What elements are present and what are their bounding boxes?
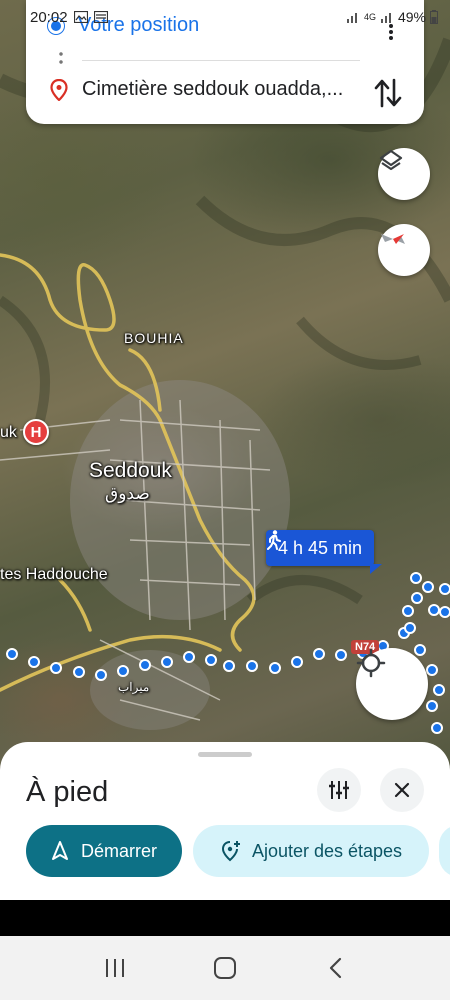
signal-icon-2 [380,13,391,23]
location-pin-icon [50,78,68,101]
route-divider [82,60,360,61]
walking-duration-bubble[interactable]: 4 h 45 min [266,530,383,574]
hospital-marker[interactable]: H [23,419,49,445]
drag-handle[interactable] [198,752,252,757]
route-connector [59,50,63,68]
map-label-seddouk: Seddouk [89,459,172,482]
my-location-button[interactable] [356,648,428,720]
walking-icon [267,530,281,550]
swap-directions-icon[interactable] [372,76,404,110]
layers-icon [379,149,403,171]
back-icon [329,957,342,979]
close-icon [394,782,410,798]
start-button-label: Démarrer [80,840,157,861]
map-label-arabic-village: ميراب [118,680,150,694]
directions-bottom-sheet: À pied Démarrer Ajouter des étapes [0,742,450,900]
crosshair-icon [356,648,386,678]
recent-apps-button[interactable] [95,948,135,988]
add-stops-button[interactable]: Ajouter des étapes [193,825,429,877]
add-stops-label: Ajouter des étapes [251,840,403,861]
destination-text: Cimetière seddouk ouadda,... [82,78,344,100]
compass-icon [381,234,405,244]
navigation-arrow-icon [51,841,68,860]
status-bar: 20:02 4G 49% [0,0,450,34]
start-navigation-button[interactable]: Démarrer [26,825,182,877]
duration-text: 4 h 45 min [278,537,363,558]
image-notification-icon [93,11,108,23]
battery-icon [430,10,438,24]
add-location-icon [221,841,240,862]
gallery-notification-icon [73,11,88,23]
recent-apps-icon [106,959,124,977]
map-label-haddouche: tes Haddouche [0,566,108,583]
home-icon [214,957,236,979]
home-button[interactable] [205,948,245,988]
tune-icon [329,781,349,799]
screen-band [0,900,450,936]
more-chip[interactable] [439,825,450,877]
network-type: 4G [363,12,376,22]
map-label-seddouk-arabic: صدوق [105,484,150,503]
destination-field[interactable]: Cimetière seddouk ouadda,... [50,78,364,101]
map-label-bouhia: BOUHIA [124,330,184,346]
close-button[interactable] [380,768,424,812]
travel-mode-title: À pied [26,776,109,808]
layers-button[interactable] [378,148,430,200]
map-label-partial: uk [0,424,17,441]
back-button[interactable] [315,948,355,988]
signal-icon [346,13,357,23]
compass-button[interactable] [378,224,430,276]
battery-percentage: 49% [397,9,426,25]
clock: 20:02 [30,8,68,26]
system-navigation-bar [0,936,450,1000]
route-options-button[interactable] [317,768,361,812]
